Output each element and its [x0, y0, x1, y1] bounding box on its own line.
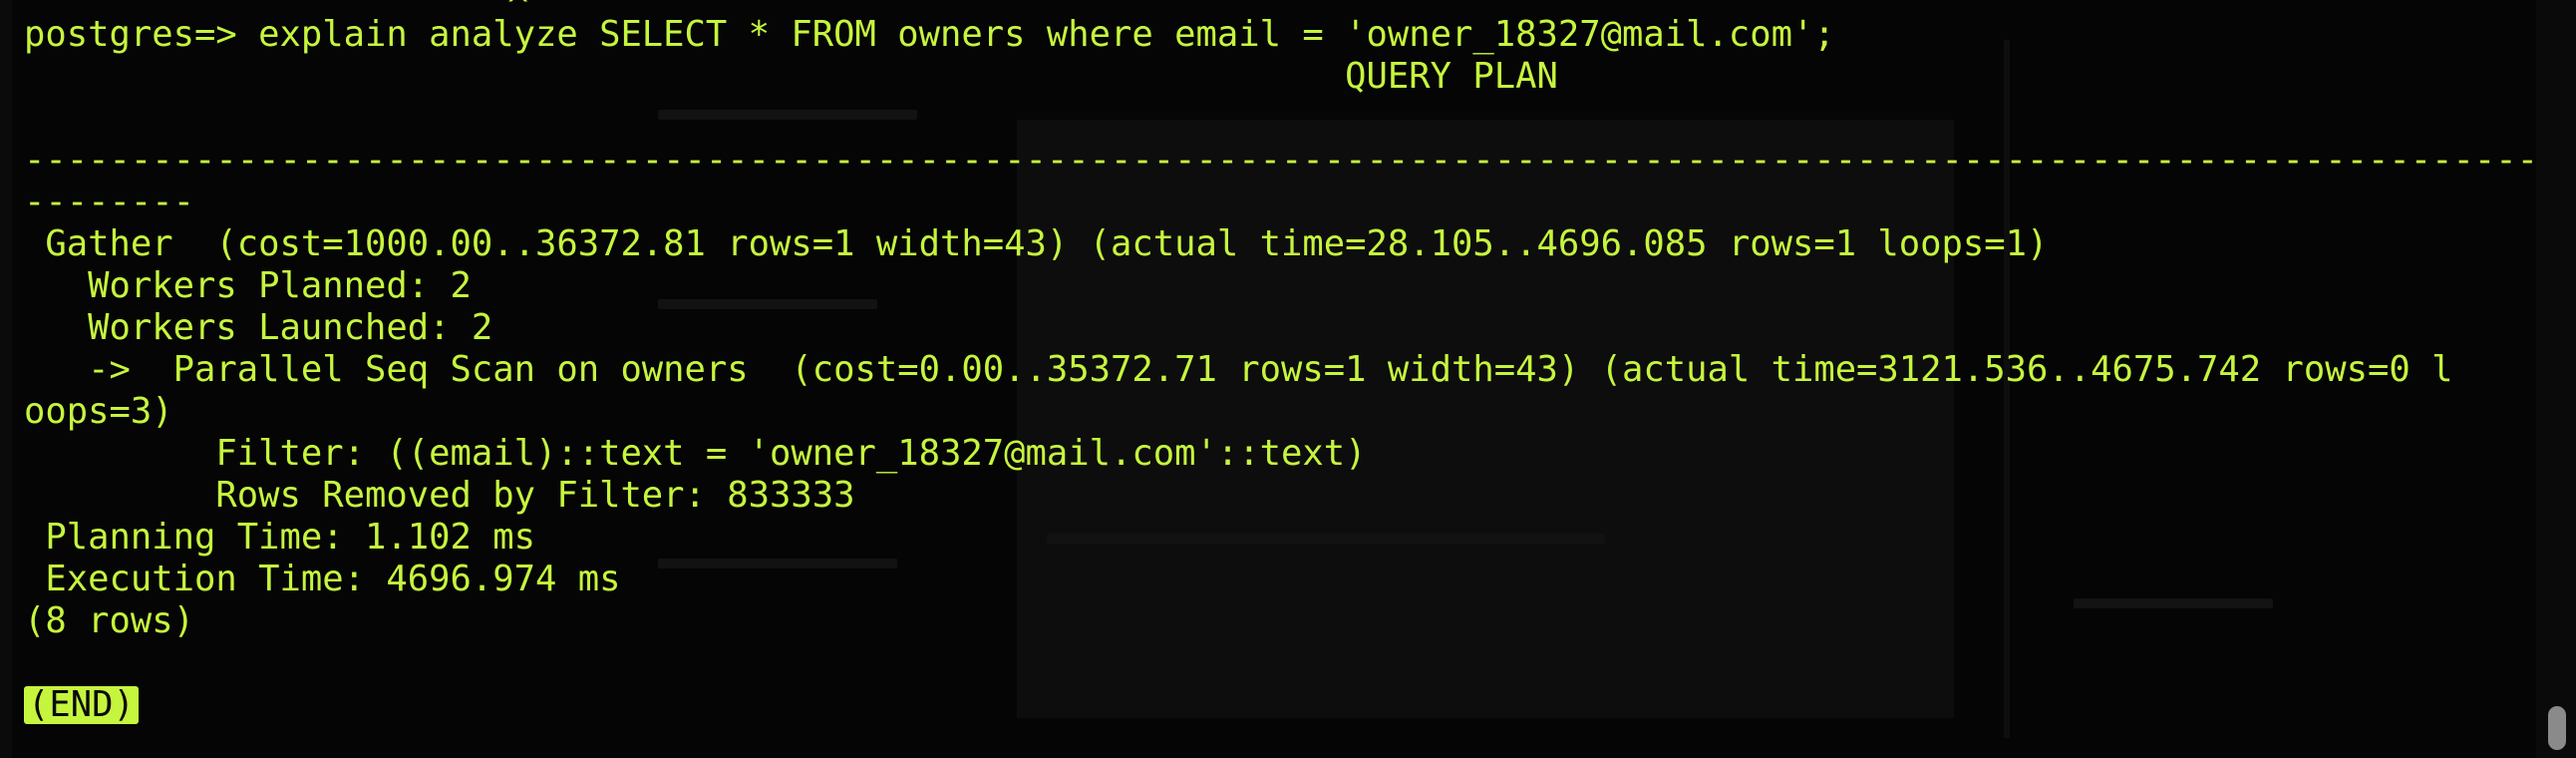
plan-filter: Filter: ((email)::text = 'owner_18327@ma… [24, 433, 1367, 474]
caret-fragment: ^ [507, 0, 528, 14]
pager-end-marker: (END) [24, 686, 139, 724]
separator-line: ----------------------------------------… [24, 140, 2538, 181]
plan-parallel-seq-scan: -> Parallel Seq Scan on owners (cost=0.0… [24, 349, 2453, 390]
pager-status-line: (END) [24, 684, 2556, 726]
command-line: postgres=> explain analyze SELECT * FROM… [24, 14, 1835, 55]
caret-fragment-line: ^ [24, 0, 2556, 14]
window-left-edge [0, 0, 12, 758]
planning-time: Planning Time: 1.102 ms [24, 517, 535, 558]
plan-parallel-seq-scan-wrap: oops=3) [24, 391, 173, 432]
separator-line-wrap: -------- [24, 182, 194, 222]
query-plan-header: QUERY PLAN [24, 56, 1558, 97]
scrollbar-thumb[interactable] [2548, 706, 2566, 750]
plan-workers-launched: Workers Launched: 2 [24, 307, 493, 348]
row-count: (8 rows) [24, 600, 194, 641]
plan-workers-planned: Workers Planned: 2 [24, 265, 472, 306]
terminal-window[interactable]: ^postgres=> explain analyze SELECT * FRO… [0, 0, 2576, 758]
terminal-output: ^postgres=> explain analyze SELECT * FRO… [24, 0, 2556, 726]
plan-gather: Gather (cost=1000.00..36372.81 rows=1 wi… [24, 223, 2049, 264]
scrollbar-track[interactable] [2536, 0, 2576, 758]
plan-rows-removed: Rows Removed by Filter: 833333 [24, 475, 855, 516]
execution-time: Execution Time: 4696.974 ms [24, 559, 621, 599]
